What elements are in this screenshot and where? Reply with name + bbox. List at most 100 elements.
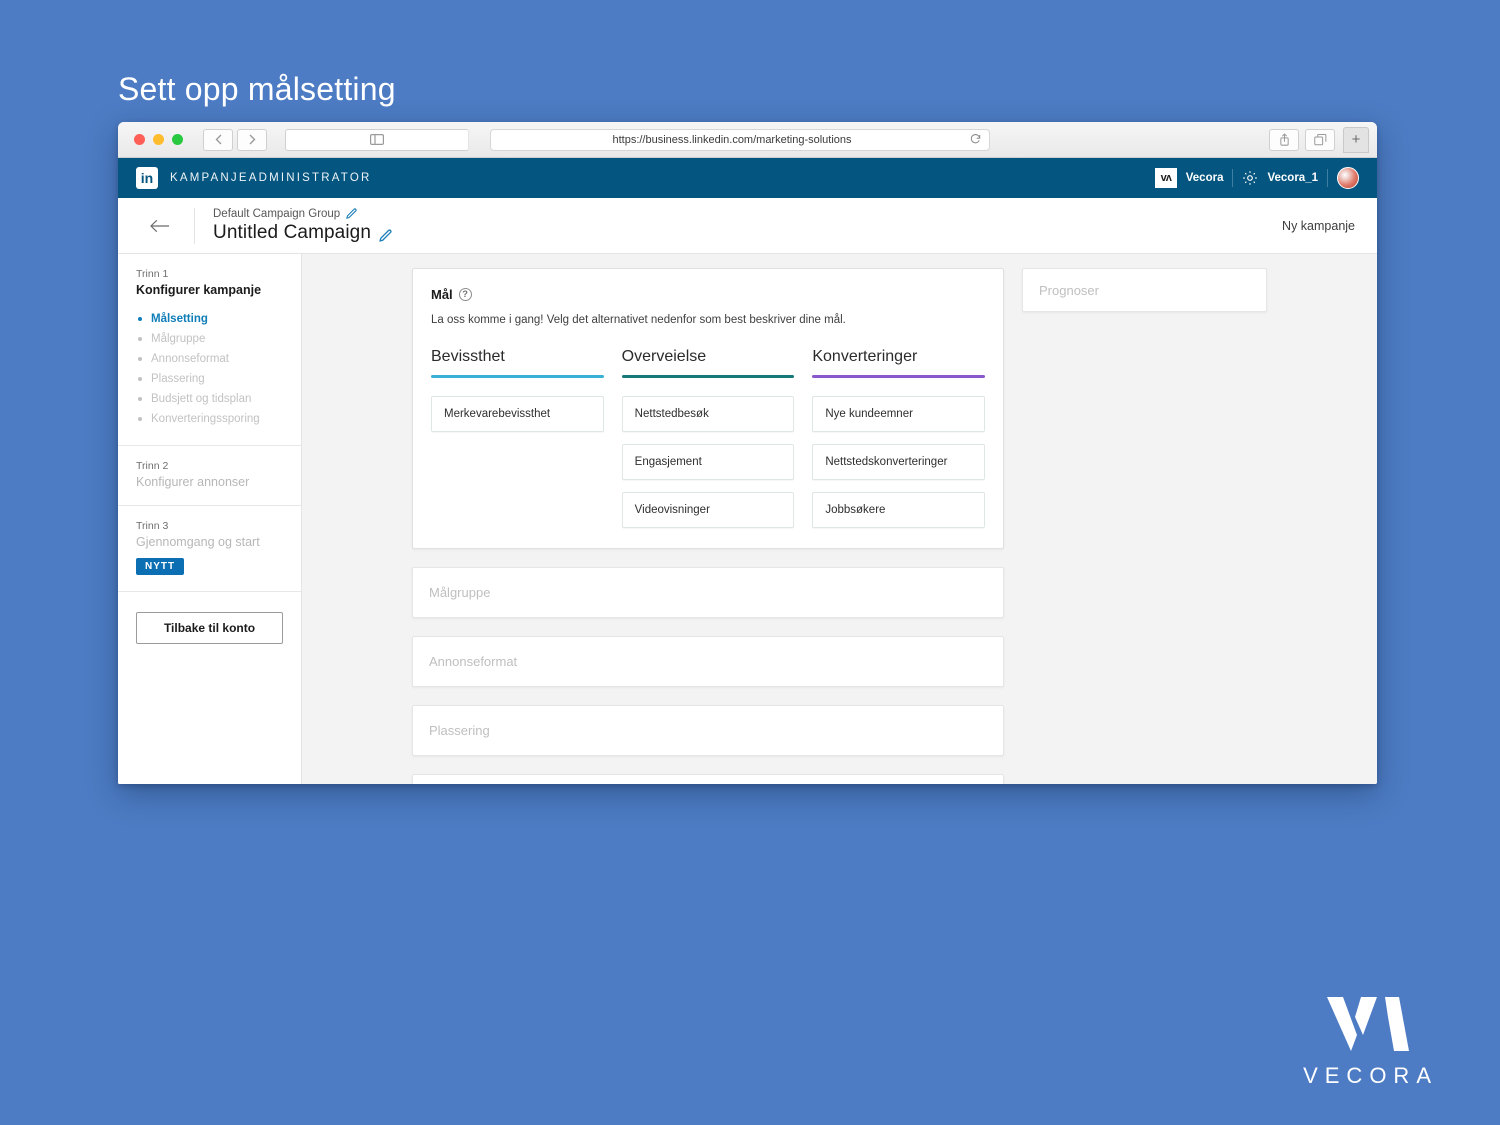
browser-window: https://business.linkedin.com/marketing-… [118, 122, 1377, 784]
objective-column-konverteringer: Konverteringer Nye kundeemner Nettstedsk… [812, 348, 986, 528]
right-column: Prognoser [1022, 268, 1267, 784]
bullet-icon [138, 397, 142, 401]
maximize-window-button[interactable] [172, 134, 183, 145]
objective-option[interactable]: Nettstedbesøk [621, 396, 795, 432]
gear-icon[interactable] [1242, 170, 1258, 186]
status-badge: NYTT [136, 558, 185, 575]
steps-sidebar: Trinn 1 Konfigurer kampanje Målsetting M… [118, 254, 302, 784]
chrome-right-actions: + [1269, 126, 1369, 153]
nav-divider [1232, 169, 1234, 187]
objective-column-overveielse: Overveielse Nettstedbesøk Engasjement Vi… [621, 348, 795, 528]
objective-option[interactable]: Nettstedskonverteringer [812, 444, 986, 480]
window-traffic-lights [126, 134, 183, 145]
objective-title-label: Mål [431, 287, 453, 302]
account-logo-icon: ᴠʌ [1154, 168, 1177, 188]
sidebar-toggle-icon[interactable] [285, 128, 469, 151]
center-column: Mål ? La oss komme i gang! Velg det alte… [412, 268, 1004, 784]
vecora-wordmark: VECORA [1303, 1063, 1438, 1088]
objective-column-rule [621, 375, 795, 378]
linkedin-top-nav: in KAMPANJEADMINISTRATOR ᴠʌ Vecora Vecor… [118, 158, 1377, 198]
sidebar-step-3[interactable]: Trinn 3 Gjennomgang og start NYTT [118, 506, 301, 592]
collapsed-section-malgruppe[interactable]: Målgruppe [412, 567, 1004, 618]
step-2-label: Trinn 2 [136, 460, 169, 472]
browser-toolbar: https://business.linkedin.com/marketing-… [118, 122, 1377, 158]
objective-option[interactable]: Videovisninger [621, 492, 795, 528]
linkedin-logo-icon[interactable]: in [136, 167, 158, 189]
slide-title: Sett opp målsetting [118, 71, 396, 107]
step-3-title: Gjennomgang og start [136, 535, 260, 549]
step-2-title: Konfigurer annonser [136, 475, 250, 489]
sidebar-item-malsetting[interactable]: Målsetting [136, 309, 283, 329]
sidebar-item-malgruppe[interactable]: Målgruppe [136, 329, 283, 349]
campaign-titles: Default Campaign Group Untitled Campaign [213, 208, 392, 244]
user-name[interactable]: Vecora_1 [1267, 172, 1318, 184]
objective-column-heading: Overveielse [621, 348, 707, 365]
step-1-title: Konfigurer kampanje [136, 283, 262, 297]
back-arrow-icon[interactable] [142, 208, 178, 244]
avatar[interactable] [1337, 167, 1359, 189]
step-1-items: Målsetting Målgruppe Annonseformat Plass… [136, 309, 283, 429]
back-button[interactable] [203, 128, 233, 151]
objective-column-heading: Bevissthet [431, 348, 505, 365]
new-tab-button[interactable]: + [1343, 126, 1369, 153]
campaign-header: Default Campaign Group Untitled Campaign… [118, 198, 1377, 254]
campaign-group[interactable]: Default Campaign Group [213, 208, 392, 220]
objective-option-list: Merkevarebevissthet [431, 396, 604, 432]
new-campaign-link[interactable]: Ny kampanje [1282, 219, 1359, 233]
sidebar-item-annonseformat[interactable]: Annonseformat [136, 349, 283, 369]
pencil-icon[interactable] [346, 208, 357, 219]
collapsed-section-annonseformat[interactable]: Annonseformat [412, 636, 1004, 687]
app-title: KAMPANJEADMINISTRATOR [170, 172, 372, 184]
close-window-button[interactable] [134, 134, 145, 145]
url-text: https://business.linkedin.com/marketing-… [612, 133, 852, 146]
objective-column-rule [812, 375, 986, 378]
forward-button[interactable] [237, 128, 267, 151]
sidebar-item-label: Målsetting [151, 313, 208, 325]
step-1-label: Trinn 1 [136, 268, 169, 280]
address-bar[interactable]: https://business.linkedin.com/marketing-… [490, 128, 990, 151]
objective-card-title: Mål ? [431, 287, 985, 302]
back-to-account-button[interactable]: Tilbake til konto [136, 612, 283, 644]
objective-option-list: Nye kundeemner Nettstedskonverteringer J… [812, 396, 986, 528]
nav-divider-2 [1327, 169, 1328, 187]
campaign-name[interactable]: Untitled Campaign [213, 222, 392, 244]
objective-option[interactable]: Engasjement [621, 444, 795, 480]
nav-right-cluster: ᴠʌ Vecora Vecora_1 [1154, 167, 1359, 189]
header-divider [194, 207, 195, 244]
vecora-brand: VECORA [1296, 995, 1438, 1089]
objective-option[interactable]: Nye kundeemner [812, 396, 986, 432]
objective-card-subtitle: La oss komme i gang! Velg det alternativ… [431, 314, 846, 326]
va-monogram-icon [1296, 995, 1438, 1053]
sidebar-item-konverteringssporing[interactable]: Konverteringssporing [136, 409, 283, 429]
tabs-overview-icon[interactable] [1305, 128, 1335, 151]
objective-card: Mål ? La oss komme i gang! Velg det alte… [412, 268, 1004, 549]
sidebar-item-label: Annonseformat [151, 353, 229, 365]
objective-option[interactable]: Jobbsøkere [812, 492, 986, 528]
sidebar-item-plassering[interactable]: Plassering [136, 369, 283, 389]
forecast-panel[interactable]: Prognoser [1022, 268, 1267, 312]
objective-columns: Bevissthet Merkevarebevissthet Overveiel… [431, 348, 986, 528]
sidebar-item-label: Plassering [151, 373, 205, 385]
reload-icon[interactable] [970, 133, 981, 146]
pencil-icon[interactable] [379, 226, 392, 242]
page-body: Trinn 1 Konfigurer kampanje Målsetting M… [118, 254, 1377, 784]
collapsed-section-budsjett-og-tidsplan[interactable]: Budsjett og tidsplan [412, 774, 1004, 784]
campaign-group-label: Default Campaign Group [213, 207, 341, 220]
account-name[interactable]: Vecora [1186, 172, 1224, 184]
bullet-icon [138, 377, 142, 381]
step-3-label: Trinn 3 [136, 520, 169, 532]
sidebar-filler [118, 660, 301, 784]
share-icon[interactable] [1269, 128, 1299, 151]
bullet-icon [138, 337, 142, 341]
objective-option[interactable]: Merkevarebevissthet [431, 396, 604, 432]
bullet-icon [138, 317, 142, 321]
sidebar-item-budsjett-og-tidsplan[interactable]: Budsjett og tidsplan [136, 389, 283, 409]
collapsed-section-plassering[interactable]: Plassering [412, 705, 1004, 756]
minimize-window-button[interactable] [153, 134, 164, 145]
objective-column-rule [431, 375, 604, 378]
sidebar-item-label: Budsjett og tidsplan [151, 393, 252, 405]
help-icon[interactable]: ? [458, 288, 472, 301]
campaign-name-label: Untitled Campaign [213, 221, 372, 243]
sidebar-actions: Tilbake til konto [118, 592, 301, 660]
sidebar-step-2[interactable]: Trinn 2 Konfigurer annonser [118, 446, 301, 506]
